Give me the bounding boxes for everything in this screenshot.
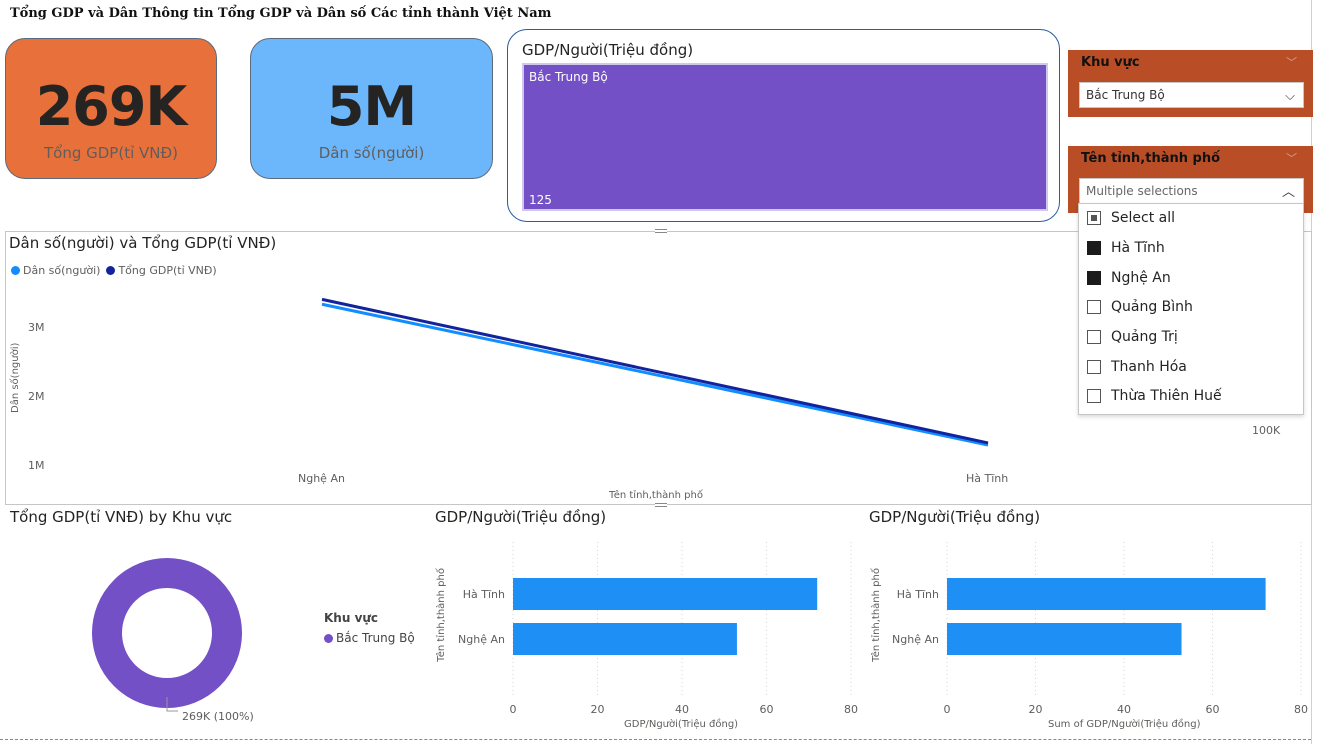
line-chart-right-tick: 100K — [1252, 424, 1281, 437]
slicer-option-quang-binh[interactable]: Quảng Bình — [1087, 296, 1193, 318]
line-chart-legend: Dân số(người) Tổng GDP(tỉ VNĐ) — [11, 264, 217, 277]
bar2-x-tick: 40 — [1117, 703, 1131, 716]
legend-dot-bac-trung-bo — [324, 633, 333, 643]
kpi-gdp-value: 269K — [35, 75, 188, 138]
chevron-up-icon: ︿ — [1281, 185, 1295, 200]
slicer-option-label: Hà Tĩnh — [1111, 240, 1165, 256]
checkbox-icon[interactable] — [1087, 271, 1101, 285]
slicer-option-label: Quảng Trị — [1111, 329, 1178, 345]
checkbox-icon[interactable] — [1087, 300, 1101, 314]
bar2-bar-nghe-an[interactable] — [947, 623, 1182, 655]
kpi-card-population[interactable]: 5M Dân số(người) — [250, 38, 493, 179]
donut-legend-title: Khu vực — [324, 611, 379, 625]
slicer-region-title: Khu vực — [1081, 55, 1140, 70]
legend-dot-population — [11, 266, 20, 275]
bar1-x-tick: 0 — [510, 703, 517, 716]
bar2-bar-ha-tinh[interactable] — [947, 578, 1266, 610]
bar2-x-tick: 80 — [1294, 703, 1308, 716]
bar-chart-2-title: GDP/Người(Triệu đồng) — [869, 508, 1041, 526]
bar2-category-label: Nghệ An — [892, 633, 939, 646]
slicer-option-thanh-hoa[interactable]: Thanh Hóa — [1087, 356, 1187, 378]
slicer-option-quang-tri[interactable]: Quảng Trị — [1087, 326, 1178, 348]
kpi-population-label: Dân số(người) — [318, 144, 425, 162]
slicer-option-label: Thừa Thiên Huế — [1111, 388, 1222, 404]
slicer-option-label: Thanh Hóa — [1111, 359, 1187, 375]
bar2-x-axis-title: Sum of GDP/Người(Triệu đồng) — [1048, 718, 1201, 730]
slicer-option-ha-tinh[interactable]: Hà Tĩnh — [1087, 237, 1165, 259]
chevron-down-icon[interactable]: ﹀ — [1286, 150, 1297, 166]
page-title: Tổng GDP và Dân Thông tin Tổng GDP và Dâ… — [10, 6, 552, 21]
bar1-x-axis-title: GDP/Người(Triệu đồng) — [624, 718, 738, 730]
bar1-category-label: Nghệ An — [458, 633, 505, 646]
slicer-option-label: Nghệ An — [1111, 270, 1171, 286]
bar1-x-tick: 80 — [844, 703, 858, 716]
slicer-region-dropdown[interactable]: Bắc Trung Bộ ⌵ — [1079, 82, 1304, 108]
donut-chart-visual[interactable]: Tổng GDP(tỉ VNĐ) by Khu vực Khu vực Bắc … — [5, 505, 425, 735]
line-chart-title: Dân số(người) và Tổng GDP(tỉ VNĐ) — [9, 234, 277, 252]
bar1-x-tick: 60 — [760, 703, 774, 716]
slicer-province-selected: Multiple selections — [1086, 184, 1198, 198]
treemap-card[interactable]: GDP/Người(Triệu đồng) Bắc Trung Bộ 125 — [507, 29, 1060, 222]
slicer-region: Khu vực ﹀ Bắc Trung Bộ ⌵ — [1068, 50, 1313, 117]
slicer-option-nghe-an[interactable]: Nghệ An — [1087, 267, 1171, 289]
donut-legend-item: Bắc Trung Bộ — [324, 631, 415, 645]
bar1-x-tick: 20 — [591, 703, 605, 716]
treemap-tile-label: Bắc Trung Bộ — [529, 70, 608, 84]
slicer-option-thua-thien-hue[interactable]: Thừa Thiên Huế — [1087, 385, 1222, 407]
treemap-tile-bac-trung-bo[interactable]: Bắc Trung Bộ 125 — [522, 63, 1048, 211]
slicer-option-select-all[interactable]: Select all — [1087, 207, 1175, 229]
kpi-gdp-label: Tổng GDP(tỉ VNĐ) — [44, 144, 178, 162]
bar1-category-label: Hà Tĩnh — [463, 588, 505, 601]
bar2-category-label: Hà Tĩnh — [897, 588, 939, 601]
bar2-x-tick: 20 — [1029, 703, 1043, 716]
resize-handle-bottom[interactable] — [655, 503, 667, 507]
checkbox-icon[interactable] — [1087, 211, 1101, 225]
slicer-province-title: Tên tỉnh,thành phố — [1081, 151, 1221, 166]
chevron-down-icon: ⌵ — [1285, 89, 1295, 104]
bar2-x-tick: 60 — [1206, 703, 1220, 716]
slicer-province-dropdown[interactable]: Multiple selections ︿ — [1079, 178, 1304, 204]
legend-label-gdp: Tổng GDP(tỉ VNĐ) — [118, 264, 217, 277]
donut-legend-label: Bắc Trung Bộ — [336, 631, 415, 645]
checkbox-icon[interactable] — [1087, 389, 1101, 403]
legend-dot-gdp — [106, 266, 116, 275]
treemap-tile-value: 125 — [529, 193, 552, 207]
kpi-population-value: 5M — [326, 75, 417, 138]
bar1-y-axis-title: Tên tỉnh,thành phố — [435, 568, 447, 663]
kpi-card-gdp[interactable]: 269K Tổng GDP(tỉ VNĐ) — [5, 38, 217, 179]
checkbox-icon[interactable] — [1087, 241, 1101, 255]
bar1-bar-nghe-an[interactable] — [513, 623, 737, 655]
slicer-option-label: Quảng Bình — [1111, 299, 1193, 315]
slicer-region-selected: Bắc Trung Bộ — [1086, 88, 1165, 102]
bar2-x-tick: 0 — [944, 703, 951, 716]
bar2-y-axis-title: Tên tỉnh,thành phố — [870, 568, 882, 663]
treemap-title: GDP/Người(Triệu đồng) — [522, 41, 694, 59]
slicer-province-list: Select all Hà Tĩnh Nghệ An Quảng Bình Qu… — [1078, 203, 1304, 415]
checkbox-icon[interactable] — [1087, 330, 1101, 344]
page-bottom-border — [0, 739, 1311, 740]
bar1-x-tick: 40 — [675, 703, 689, 716]
bar-chart-1-title: GDP/Người(Triệu đồng) — [435, 508, 607, 526]
donut-title: Tổng GDP(tỉ VNĐ) by Khu vực — [10, 508, 233, 526]
bar1-bar-ha-tinh[interactable] — [513, 578, 818, 610]
checkbox-icon[interactable] — [1087, 360, 1101, 374]
resize-handle-top[interactable] — [655, 229, 667, 233]
legend-label-population: Dân số(người) — [23, 264, 101, 277]
chevron-down-icon[interactable]: ﹀ — [1286, 54, 1297, 70]
slicer-option-label: Select all — [1111, 210, 1175, 226]
